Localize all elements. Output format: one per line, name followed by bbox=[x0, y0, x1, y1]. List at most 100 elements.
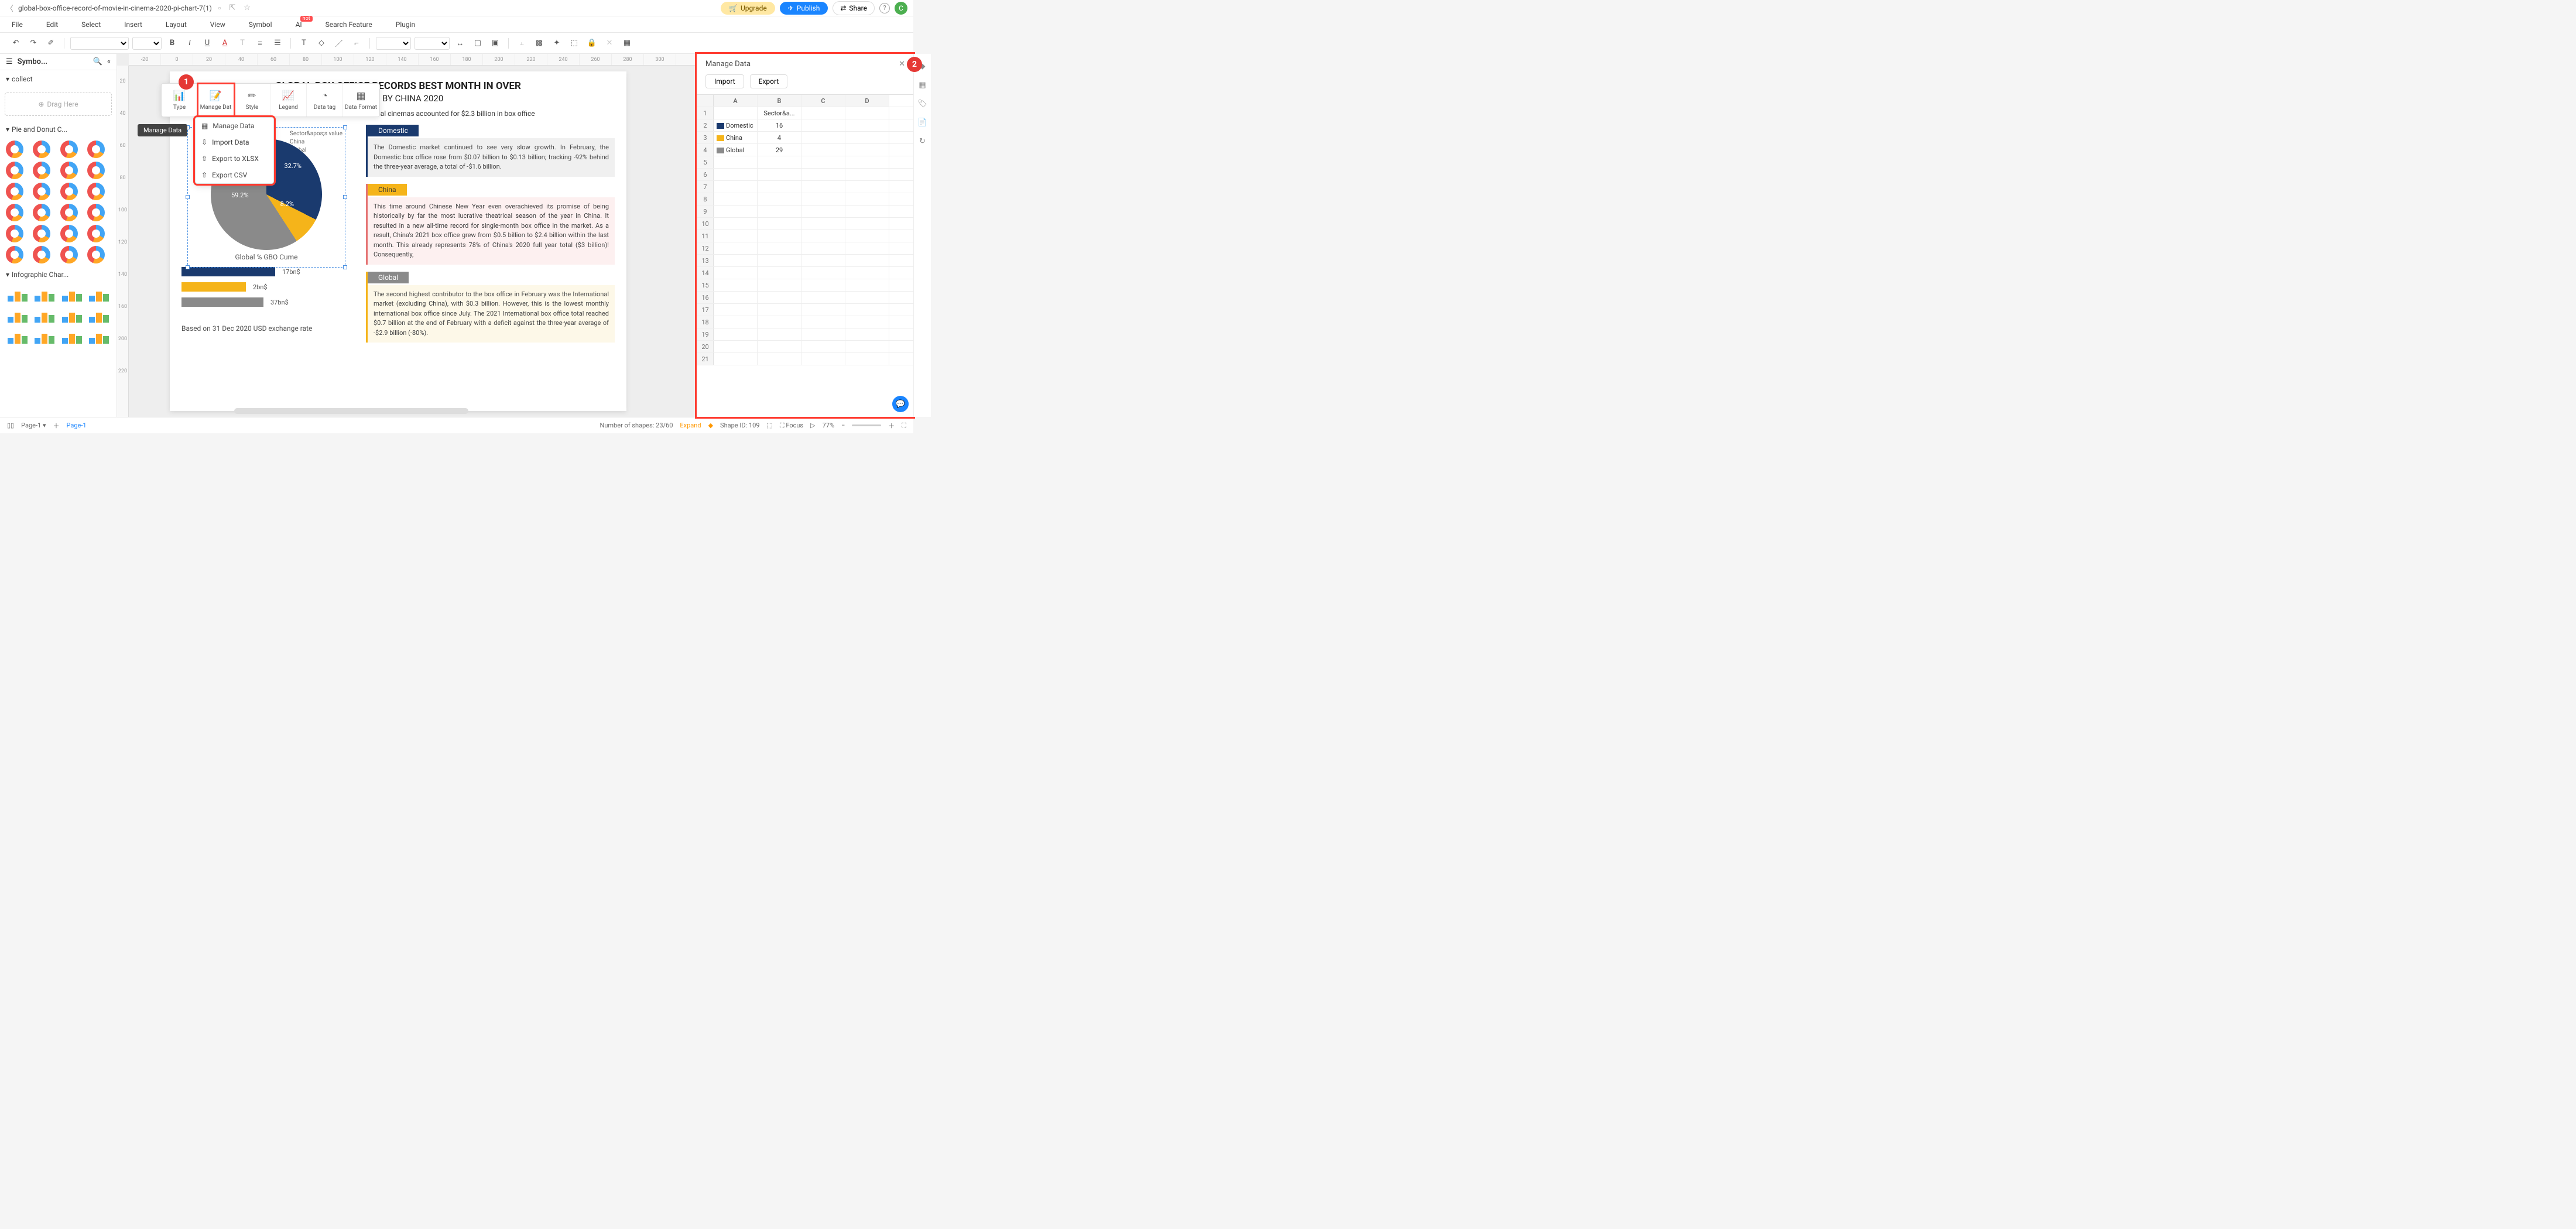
chart-thumb[interactable] bbox=[87, 204, 105, 221]
grid-row[interactable]: 7 bbox=[697, 181, 913, 193]
chart-thumb[interactable] bbox=[6, 204, 23, 221]
rail-note-icon[interactable]: 📄 bbox=[917, 117, 928, 128]
close-icon[interactable]: ✕ bbox=[899, 60, 905, 69]
rail-apps-icon[interactable]: ▦ bbox=[917, 80, 928, 90]
arrow-select[interactable] bbox=[415, 37, 450, 50]
grid-row[interactable]: 13 bbox=[697, 255, 913, 267]
zoom-slider[interactable] bbox=[852, 424, 881, 426]
connector-icon[interactable]: ⌐ bbox=[350, 36, 364, 50]
chart-thumb[interactable] bbox=[33, 307, 56, 324]
underline-icon[interactable]: U bbox=[200, 36, 214, 50]
chat-bubble-icon[interactable]: 💬 bbox=[892, 396, 909, 412]
grid-row[interactable]: 3China4 bbox=[697, 132, 913, 144]
italic-icon[interactable]: I bbox=[183, 36, 197, 50]
chart-thumb[interactable] bbox=[60, 307, 84, 324]
save-icon[interactable]: ▫ bbox=[217, 4, 223, 13]
menu-insert[interactable]: Insert bbox=[124, 20, 142, 29]
menu-layout[interactable]: Layout bbox=[166, 20, 187, 29]
chart-thumb[interactable] bbox=[87, 141, 105, 158]
publish-button[interactable]: ✈ Publish bbox=[780, 2, 828, 15]
grid-row[interactable]: 17 bbox=[697, 304, 913, 316]
format-painter-icon[interactable]: ✐ bbox=[44, 36, 58, 50]
grid-row[interactable]: 4Global29 bbox=[697, 144, 913, 156]
resize-handle[interactable] bbox=[343, 195, 347, 199]
font-color-icon[interactable]: A bbox=[218, 36, 232, 50]
horizontal-scrollbar[interactable] bbox=[234, 408, 468, 414]
zoom-level[interactable]: 77% bbox=[823, 422, 834, 429]
back-icon[interactable]: 〈 bbox=[6, 2, 13, 13]
effects-icon[interactable]: ✦ bbox=[550, 36, 564, 50]
zoom-out-icon[interactable]: − bbox=[841, 422, 845, 429]
crop-icon[interactable]: ⬚ bbox=[567, 36, 581, 50]
grid-row[interactable]: 21 bbox=[697, 353, 913, 365]
chart-thumb[interactable] bbox=[33, 162, 50, 179]
tools-icon[interactable]: ✕ bbox=[602, 36, 616, 50]
grid-row[interactable]: 12 bbox=[697, 242, 913, 255]
menu-plugin[interactable]: Plugin bbox=[396, 20, 415, 29]
resize-handle[interactable] bbox=[343, 265, 347, 269]
ft-legend[interactable]: 📈Legend bbox=[270, 84, 307, 117]
collect-section[interactable]: ▾ collect bbox=[6, 75, 111, 83]
chart-thumb[interactable] bbox=[87, 246, 105, 263]
chart-thumb[interactable] bbox=[6, 307, 29, 324]
line-style-select[interactable] bbox=[376, 37, 411, 50]
grid-row[interactable]: 20 bbox=[697, 341, 913, 353]
drag-here-zone[interactable]: ⊕ Drag Here bbox=[5, 93, 112, 116]
page-selector[interactable]: Page-1 ▾ bbox=[21, 422, 46, 429]
canvas[interactable]: -200204060801001201401601802002202402602… bbox=[117, 54, 697, 417]
resize-handle[interactable] bbox=[186, 265, 190, 269]
chart-thumb[interactable] bbox=[87, 286, 111, 303]
user-avatar[interactable]: C bbox=[895, 2, 907, 15]
chart-thumb[interactable] bbox=[60, 162, 78, 179]
resize-handle[interactable] bbox=[186, 195, 190, 199]
grid-row[interactable]: 6 bbox=[697, 169, 913, 181]
menu-select[interactable]: Select bbox=[81, 20, 101, 29]
align-shapes-icon[interactable]: ⫠ bbox=[515, 36, 529, 50]
rail-history-icon[interactable]: ↻ bbox=[917, 136, 928, 146]
grid-row[interactable]: 8 bbox=[697, 193, 913, 206]
chart-thumb[interactable] bbox=[87, 183, 105, 200]
dd-import-data[interactable]: ⇩Import Data bbox=[196, 134, 273, 150]
upgrade-button[interactable]: 🛒 Upgrade bbox=[721, 2, 775, 15]
chart-thumb[interactable] bbox=[33, 246, 50, 263]
text-case-icon[interactable]: T bbox=[235, 36, 249, 50]
image-icon[interactable]: ▩ bbox=[532, 36, 546, 50]
chart-thumb[interactable] bbox=[33, 204, 50, 221]
lock-icon[interactable]: 🔒 bbox=[585, 36, 599, 50]
dd-manage-data[interactable]: ▦Manage Data bbox=[196, 118, 273, 134]
ft-data-format[interactable]: ▦Data Format bbox=[343, 84, 379, 117]
help-icon[interactable]: ? bbox=[879, 3, 890, 13]
grid-row[interactable]: 2Domestic16 bbox=[697, 119, 913, 132]
chart-thumb[interactable] bbox=[6, 183, 23, 200]
chart-thumb[interactable] bbox=[6, 141, 23, 158]
menu-search[interactable]: Search Feature bbox=[326, 20, 372, 29]
layers-icon[interactable]: ⬚ bbox=[767, 422, 773, 429]
zoom-in-icon[interactable]: ＋ bbox=[888, 421, 895, 430]
menu-edit[interactable]: Edit bbox=[46, 20, 58, 29]
grid-row[interactable]: 9 bbox=[697, 206, 913, 218]
chart-thumb[interactable] bbox=[87, 328, 111, 345]
font-select[interactable] bbox=[70, 37, 129, 50]
shape2-icon[interactable]: ▣ bbox=[488, 36, 502, 50]
shape1-icon[interactable]: ▢ bbox=[471, 36, 485, 50]
chart-thumb[interactable] bbox=[6, 246, 23, 263]
rail-bookmark-icon[interactable]: 🏷 bbox=[917, 98, 928, 109]
ft-type[interactable]: 📊Type bbox=[162, 84, 198, 117]
play-icon[interactable]: ▷ bbox=[810, 422, 815, 429]
chart-thumb[interactable] bbox=[60, 328, 84, 345]
chart-thumb[interactable] bbox=[87, 225, 105, 242]
focus-icon[interactable]: ⛶ Focus bbox=[780, 422, 803, 430]
dd-export-csv[interactable]: ⇧Export CSV bbox=[196, 167, 273, 183]
menu-ai[interactable]: AIhot bbox=[296, 20, 302, 29]
share-button[interactable]: ⇄ Share bbox=[833, 1, 875, 15]
fullscreen-icon[interactable]: ⛶ bbox=[902, 422, 906, 430]
import-button[interactable]: Import bbox=[705, 74, 744, 88]
chart-thumb[interactable] bbox=[33, 225, 50, 242]
grid-row[interactable]: 11 bbox=[697, 230, 913, 242]
bold-icon[interactable]: B bbox=[165, 36, 179, 50]
menu-icon[interactable]: ☰ bbox=[6, 57, 13, 66]
pie-donut-section[interactable]: ▾ Pie and Donut C... bbox=[6, 125, 111, 133]
menu-view[interactable]: View bbox=[210, 20, 225, 29]
chart-thumb[interactable] bbox=[60, 183, 78, 200]
ft-style[interactable]: ✏Style bbox=[234, 84, 270, 117]
